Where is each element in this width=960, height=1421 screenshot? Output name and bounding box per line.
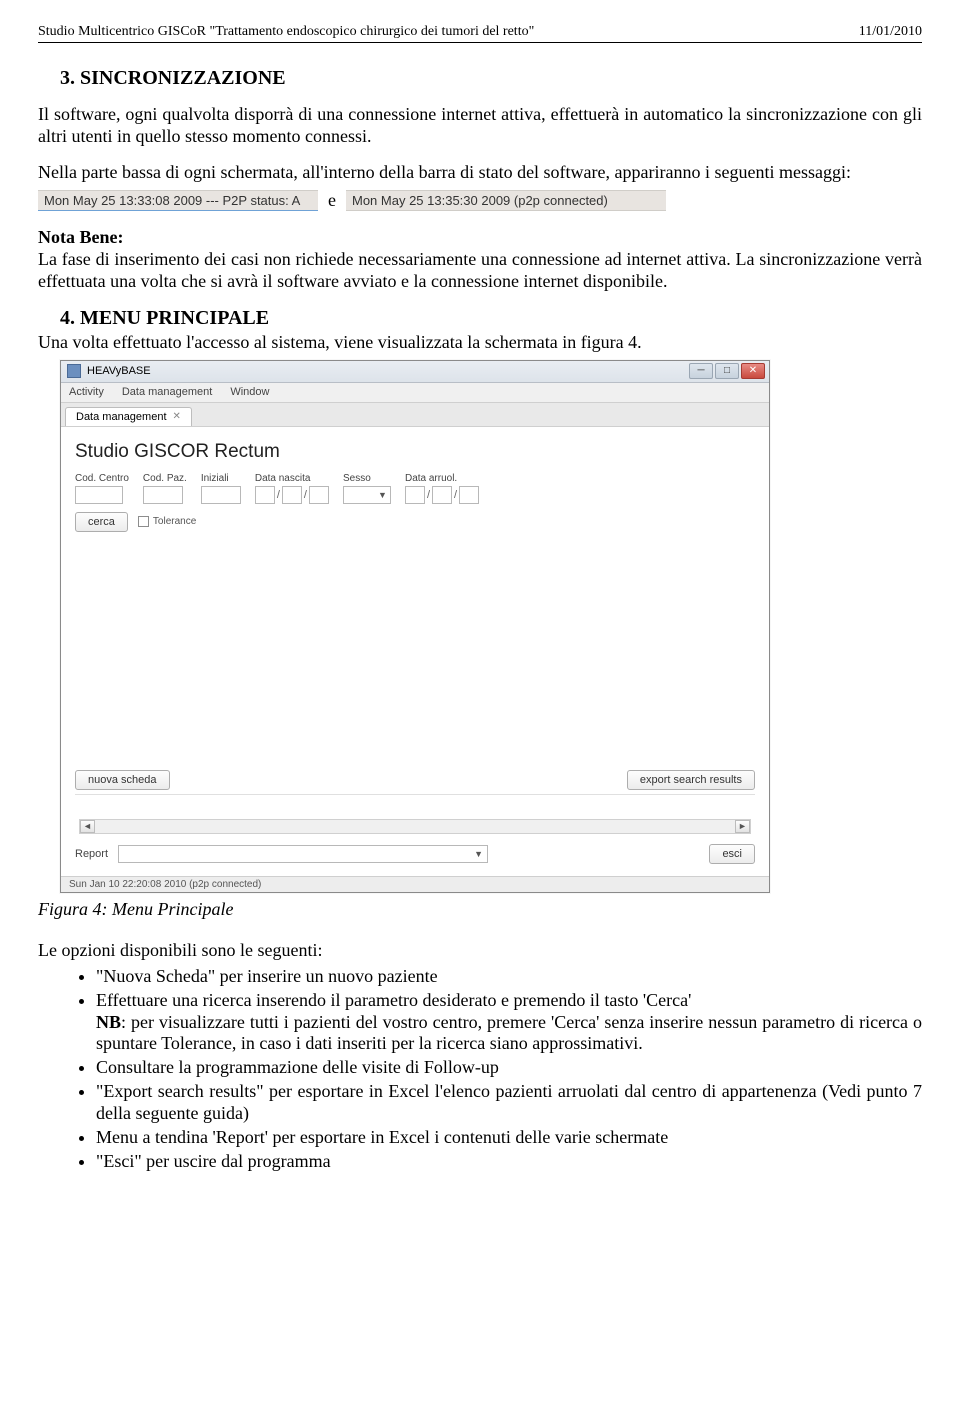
options-intro: Le opzioni disponibili sono le seguenti: [38, 940, 922, 962]
da-month[interactable] [432, 486, 452, 504]
doc-header-left: Studio Multicentrico GISCoR "Trattamento… [38, 24, 534, 40]
tab-label: Data management [76, 411, 167, 423]
close-icon[interactable]: ✕ [173, 411, 181, 422]
doc-header-right: 11/01/2010 [859, 24, 922, 40]
bullet-ricerca: Effettuare una ricerca inserendo il para… [96, 990, 922, 1056]
input-cod-centro[interactable] [75, 486, 123, 504]
app-icon [67, 364, 81, 378]
tab-bar: Data management ✕ [61, 403, 769, 427]
select-sesso[interactable]: ▼ [343, 486, 391, 504]
label-cod-paz: Cod. Paz. [143, 473, 187, 484]
esci-button[interactable]: esci [709, 844, 755, 864]
chevron-down-icon: ▼ [378, 490, 387, 500]
section-3-title: 3. SINCRONIZZAZIONE [60, 67, 922, 90]
report-row: Report ▼ esci [75, 838, 755, 870]
export-results-button[interactable]: export search results [627, 770, 755, 790]
scroll-area: ◄ ► [75, 794, 755, 838]
label-sesso: Sesso [343, 473, 391, 484]
nota-bene-block: Nota Bene: La fase di inserimento dei ca… [38, 227, 922, 293]
status-msg-2: Mon May 25 13:35:30 2009 (p2p connected) [346, 190, 666, 211]
cerca-button[interactable]: cerca [75, 512, 128, 532]
dn-day[interactable] [255, 486, 275, 504]
tab-data-management[interactable]: Data management ✕ [65, 407, 192, 426]
app-content: Studio GISCOR Rectum Cod. Centro Cod. Pa… [61, 427, 769, 876]
search-action-row: cerca Tolerance [75, 512, 755, 532]
menu-activity[interactable]: Activity [69, 386, 104, 398]
app-statusbar: Sun Jan 10 22:20:08 2010 (p2p connected) [61, 876, 769, 892]
report-label: Report [75, 848, 108, 860]
input-iniziali[interactable] [201, 486, 241, 504]
results-area [75, 536, 755, 766]
input-data-nascita[interactable]: / / [255, 486, 329, 504]
nota-bene-label: Nota Bene: [38, 227, 123, 247]
tolerance-label: Tolerance [153, 516, 196, 527]
tolerance-checkbox[interactable]: Tolerance [138, 516, 196, 527]
input-data-arruol[interactable]: / / [405, 486, 479, 504]
status-messages-row: Mon May 25 13:33:08 2009 --- P2P status:… [38, 190, 922, 211]
field-iniziali: Iniziali [201, 473, 241, 504]
search-fields-row: Cod. Centro Cod. Paz. Iniziali Data nasc… [75, 473, 755, 504]
da-year[interactable] [459, 486, 479, 504]
dn-year[interactable] [309, 486, 329, 504]
menu-bar: Activity Data management Window [61, 383, 769, 403]
bottom-buttons-row: nuova scheda export search results [75, 766, 755, 794]
bullet-report: Menu a tendina 'Report' per esportare in… [96, 1127, 922, 1149]
section-4-intro: Una volta effettuato l'accesso al sistem… [38, 332, 922, 354]
input-cod-paz[interactable] [143, 486, 183, 504]
label-cod-centro: Cod. Centro [75, 473, 129, 484]
status-separator-e: e [328, 190, 336, 211]
scroll-left-button[interactable]: ◄ [80, 820, 95, 833]
titlebar[interactable]: HEAVyBASE ─ □ ✕ [61, 361, 769, 383]
field-data-arruol: Data arruol. / / [405, 473, 479, 504]
app-title: HEAVyBASE [87, 365, 151, 377]
horizontal-scrollbar[interactable]: ◄ ► [79, 819, 751, 834]
field-cod-paz: Cod. Paz. [143, 473, 187, 504]
da-day[interactable] [405, 486, 425, 504]
options-list: "Nuova Scheda" per inserire un nuovo paz… [38, 966, 922, 1174]
nuova-scheda-button[interactable]: nuova scheda [75, 770, 170, 790]
label-data-arruol: Data arruol. [405, 473, 479, 484]
section-4-title: 4. MENU PRINCIPALE [60, 307, 922, 330]
bullet-followup: Consultare la programmazione delle visit… [96, 1057, 922, 1079]
dn-month[interactable] [282, 486, 302, 504]
section-3-p2: Nella parte bassa di ogni schermata, all… [38, 162, 922, 184]
minimize-button[interactable]: ─ [689, 363, 713, 379]
scroll-right-button[interactable]: ► [735, 820, 750, 833]
label-data-nascita: Data nascita [255, 473, 329, 484]
window-buttons: ─ □ ✕ [689, 363, 765, 379]
nota-bene-text: La fase di inserimento dei casi non rich… [38, 249, 922, 291]
chevron-down-icon: ▼ [474, 849, 483, 859]
doc-header: Studio Multicentrico GISCoR "Trattamento… [38, 24, 922, 43]
checkbox-box[interactable] [138, 516, 149, 527]
bullet-nuova-scheda: "Nuova Scheda" per inserire un nuovo paz… [96, 966, 922, 988]
bullet-esci: "Esci" per uscire dal programma [96, 1151, 922, 1173]
menu-window[interactable]: Window [230, 386, 269, 398]
status-msg-1: Mon May 25 13:33:08 2009 --- P2P status:… [38, 190, 318, 211]
label-iniziali: Iniziali [201, 473, 241, 484]
field-data-nascita: Data nascita / / [255, 473, 329, 504]
close-button[interactable]: ✕ [741, 363, 765, 379]
section-3-p1: Il software, ogni qualvolta disporrà di … [38, 104, 922, 148]
menu-data-management[interactable]: Data management [122, 386, 213, 398]
field-sesso: Sesso ▼ [343, 473, 391, 504]
figure-4-wrapper: HEAVyBASE ─ □ ✕ Activity Data management… [60, 360, 922, 893]
study-title: Studio GISCOR Rectum [75, 441, 755, 463]
maximize-button[interactable]: □ [715, 363, 739, 379]
report-select[interactable]: ▼ [118, 845, 488, 863]
figure-4-caption: Figura 4: Menu Principale [38, 899, 922, 920]
bullet-export: "Export search results" per esportare in… [96, 1081, 922, 1125]
field-cod-centro: Cod. Centro [75, 473, 129, 504]
app-window: HEAVyBASE ─ □ ✕ Activity Data management… [60, 360, 770, 893]
